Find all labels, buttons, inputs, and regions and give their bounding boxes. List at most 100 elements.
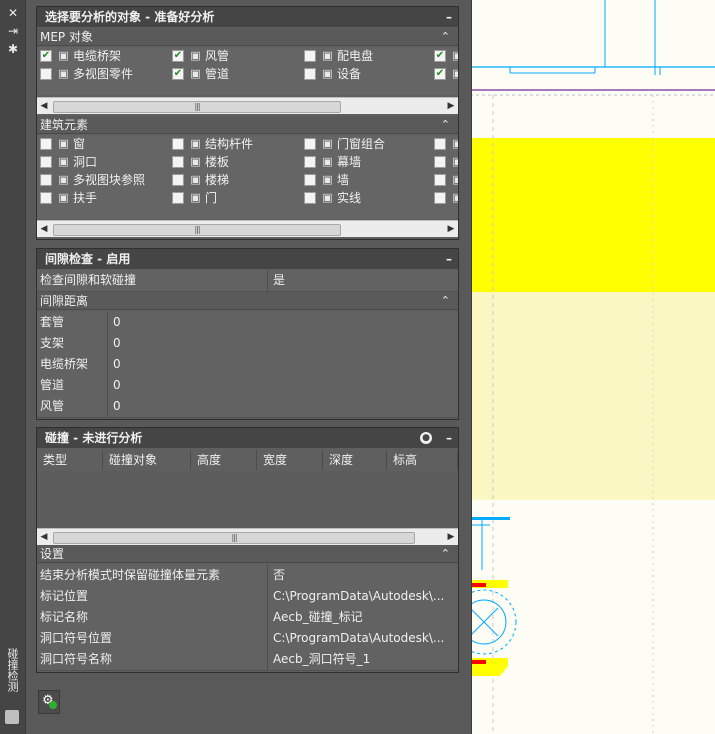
object-type-item[interactable]: ✔ ▣ — [431, 65, 458, 83]
object-type-item[interactable]: ✔ ▣ 电缆桥架 — [37, 47, 167, 65]
checkbox[interactable]: ✔ — [434, 68, 446, 80]
collapse-icon[interactable]: – — [446, 428, 452, 448]
checkbox[interactable] — [172, 138, 184, 150]
property-value[interactable]: 0 — [113, 375, 121, 396]
clearance-check-header[interactable]: 间隙检查 - 启用 – — [37, 249, 458, 269]
property-row[interactable]: 结束分析模式时保留碰撞体量元素 否 — [37, 565, 458, 587]
checkbox[interactable]: ✔ — [172, 50, 184, 62]
object-type-item[interactable]: ▣ 扶手 — [37, 189, 167, 207]
chevron-up-icon[interactable]: ⌃ — [441, 116, 450, 134]
checkbox[interactable] — [434, 174, 446, 186]
horizontal-scrollbar[interactable]: ◀ ||| ▶ — [37, 97, 458, 114]
checkbox[interactable] — [40, 68, 52, 80]
drawing-canvas[interactable] — [470, 0, 715, 734]
properties-icon[interactable]: ✱ — [6, 42, 20, 56]
property-value[interactable]: Aecb_洞口符号_1 — [273, 649, 370, 670]
checkbox[interactable] — [304, 50, 316, 62]
checkbox[interactable] — [172, 192, 184, 204]
property-row[interactable]: 电缆桥架 0 — [37, 354, 458, 376]
property-value[interactable]: 是 — [273, 270, 285, 291]
collapse-icon[interactable]: – — [446, 249, 452, 269]
checkbox[interactable] — [40, 156, 52, 168]
checkbox[interactable]: ✔ — [40, 50, 52, 62]
architectural-elements-header[interactable]: 建筑元素 ⌃ — [37, 116, 458, 134]
property-value[interactable]: 0 — [113, 396, 121, 417]
scroll-right-icon[interactable]: ▶ — [444, 221, 458, 237]
analyze-button[interactable]: ⚙ — [38, 690, 60, 714]
checkbox[interactable] — [304, 174, 316, 186]
results-table-body[interactable] — [37, 471, 458, 527]
chevron-up-icon[interactable]: ⌃ — [441, 28, 450, 46]
palette-corner-icon[interactable] — [5, 710, 19, 724]
interference-results-header[interactable]: 碰撞 - 未进行分析 ● – — [37, 428, 458, 448]
property-row[interactable]: 标记名称 Aecb_碰撞_标记 — [37, 607, 458, 629]
property-row[interactable]: 检查间隙和软碰撞 是 — [37, 270, 458, 292]
object-type-item[interactable]: ▣ 实线 — [301, 189, 431, 207]
checkbox[interactable] — [172, 174, 184, 186]
object-type-item[interactable]: ▣ 门窗组合 — [301, 135, 431, 153]
property-value[interactable]: Aecb_碰撞_标记 — [273, 607, 363, 628]
checkbox[interactable] — [40, 138, 52, 150]
object-type-item[interactable]: ▣ 配电盘 — [301, 47, 431, 65]
object-type-item[interactable]: ▣ 窗 — [37, 135, 167, 153]
column-header[interactable]: 类型 — [37, 450, 103, 470]
scroll-right-icon[interactable]: ▶ — [444, 98, 458, 114]
property-row[interactable]: 风管 0 — [37, 396, 458, 418]
object-type-item[interactable]: ✔ ▣ 风管 — [169, 47, 299, 65]
property-value[interactable]: 0 — [113, 333, 121, 354]
checkbox[interactable] — [434, 156, 446, 168]
property-value[interactable]: C:\ProgramData\Autodesk\... — [273, 628, 444, 649]
object-type-item[interactable]: ▣ 多视图块参照 — [37, 171, 167, 189]
property-value[interactable]: 否 — [273, 565, 285, 586]
palette-title-strip[interactable]: ✕ ⇥ ✱ 碰撞检测 — [0, 0, 25, 734]
object-selection-header[interactable]: 选择要分析的对象 - 准备好分析 – — [37, 7, 458, 27]
object-type-item[interactable]: ▣ 设备 — [301, 65, 431, 83]
column-header[interactable]: 深度 — [323, 450, 387, 470]
mep-objects-header[interactable]: MEP 对象 ⌃ — [37, 28, 458, 46]
checkbox[interactable]: ✔ — [434, 50, 446, 62]
object-type-item[interactable]: ✔ ▣ — [431, 47, 458, 65]
column-header[interactable]: 高度 — [191, 450, 257, 470]
checkbox[interactable] — [304, 138, 316, 150]
horizontal-scrollbar[interactable]: ◀ ||| ▶ — [37, 528, 458, 545]
property-value[interactable]: 0 — [113, 312, 121, 333]
property-row[interactable]: 洞口符号位置 C:\ProgramData\Autodesk\... — [37, 628, 458, 650]
object-type-item[interactable]: ▣ 门 — [169, 189, 299, 207]
scroll-right-icon[interactable]: ▶ — [444, 529, 458, 545]
chevron-up-icon[interactable]: ⌃ — [441, 292, 450, 310]
property-value[interactable]: C:\ProgramData\Autodesk\... — [273, 586, 444, 607]
checkbox[interactable] — [304, 156, 316, 168]
checkbox[interactable] — [434, 192, 446, 204]
checkbox[interactable] — [304, 192, 316, 204]
checkbox[interactable] — [434, 138, 446, 150]
collapse-icon[interactable]: – — [446, 7, 452, 27]
property-row[interactable]: 支架 0 — [37, 333, 458, 355]
horizontal-scrollbar[interactable]: ◀ ||| ▶ — [37, 220, 458, 237]
scroll-left-icon[interactable]: ◀ — [37, 98, 51, 114]
object-type-item[interactable]: ▣ 楼梯 — [169, 171, 299, 189]
object-type-item[interactable]: ▣ 多视图零件 — [37, 65, 167, 83]
auto-hide-icon[interactable]: ⇥ — [6, 24, 20, 38]
checkbox[interactable] — [172, 156, 184, 168]
object-type-item[interactable]: ▣ — [431, 171, 458, 189]
object-type-item[interactable]: ▣ — [431, 189, 458, 207]
settings-header[interactable]: 设置 ⌃ — [37, 545, 458, 563]
column-header[interactable]: 宽度 — [257, 450, 323, 470]
object-type-item[interactable]: ▣ 楼板 — [169, 153, 299, 171]
object-type-item[interactable]: ▣ 结构杆件 — [169, 135, 299, 153]
property-row[interactable]: 洞口符号名称 Aecb_洞口符号_1 — [37, 649, 458, 671]
checkbox[interactable]: ✔ — [172, 68, 184, 80]
object-type-item[interactable]: ✔ ▣ 管道 — [169, 65, 299, 83]
scroll-thumb[interactable]: ||| — [53, 101, 341, 113]
checkbox[interactable] — [40, 192, 52, 204]
scroll-left-icon[interactable]: ◀ — [37, 529, 51, 545]
close-icon[interactable]: ✕ — [6, 6, 20, 20]
checkbox[interactable] — [40, 174, 52, 186]
object-type-item[interactable]: ▣ — [431, 135, 458, 153]
checkbox[interactable] — [304, 68, 316, 80]
object-type-item[interactable]: ▣ 洞口 — [37, 153, 167, 171]
scroll-thumb[interactable]: ||| — [53, 532, 415, 544]
clearance-distance-header[interactable]: 间隙距离 ⌃ — [37, 292, 458, 310]
property-value[interactable]: 0 — [113, 354, 121, 375]
column-header[interactable]: 碰撞对象 — [103, 450, 191, 470]
